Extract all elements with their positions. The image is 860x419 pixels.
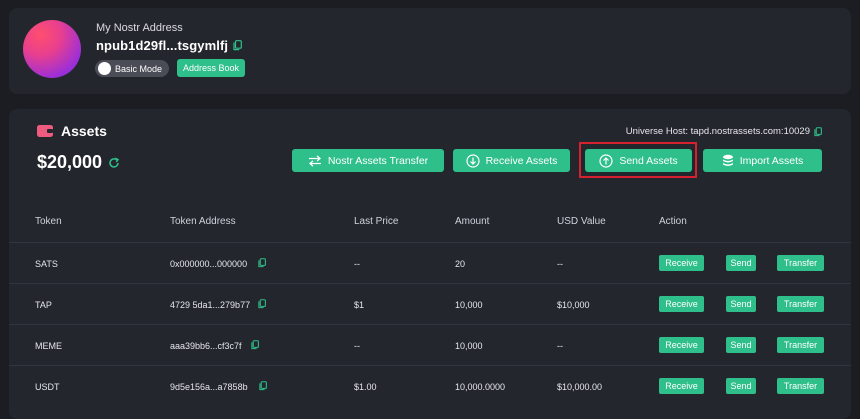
token-address-cell: 4729 5da1...279b77	[170, 300, 251, 310]
usd-value-cell: --	[557, 341, 563, 351]
col-token-address: Token Address	[170, 216, 236, 227]
table-row: TAP 4729 5da1...279b77 $1 10,000 $10,000 Rece…	[9, 283, 851, 325]
usd-value-cell: $10,000.00	[557, 382, 603, 392]
col-token: Token	[35, 216, 62, 227]
total-row: $20,000	[37, 152, 120, 173]
token-cell: TAP	[35, 300, 52, 310]
row-transfer-button[interactable]: Transfer	[777, 337, 824, 353]
amount-cell: 10,000	[455, 300, 483, 310]
toggle-knob	[98, 62, 111, 75]
last-price-cell: --	[354, 341, 360, 351]
universe-host: Universe Host: tapd.nostrassets.com:1002…	[626, 126, 822, 137]
row-send-button[interactable]: Send	[726, 255, 756, 271]
usd-value-cell: --	[557, 259, 563, 269]
col-amount: Amount	[455, 216, 490, 227]
token-cell: SATS	[35, 259, 58, 269]
wallet-icon	[37, 125, 53, 137]
profile-card: My Nostr Address npub1d29fl...tsgymlfj B…	[9, 8, 851, 94]
col-usd-value: USD Value	[557, 216, 606, 227]
table-row: USDT 9d5e156a...a7858b $1.00 10,000.0000 $10…	[9, 365, 851, 407]
copy-icon[interactable]	[251, 340, 259, 350]
universe-host-text: Universe Host: tapd.nostrassets.com:1002…	[625, 126, 810, 137]
avatar	[23, 20, 81, 78]
send-assets-highlight	[579, 142, 697, 178]
amount-cell: 10,000.0000	[455, 382, 506, 392]
last-price-cell: --	[354, 259, 360, 269]
import-label: Import Assets	[739, 154, 804, 167]
copy-icon[interactable]	[259, 381, 267, 391]
refresh-icon[interactable]	[108, 157, 120, 169]
copy-icon[interactable]	[258, 299, 266, 309]
download-arrow-icon	[465, 153, 480, 168]
nostr-address: npub1d29fl...tsgymlfj	[96, 38, 229, 53]
table-row: SATS 0x000000...000000 -- 20 -- Receive Send Tr…	[9, 242, 851, 284]
receive-label: Receive Assets	[485, 154, 558, 167]
receive-assets-button[interactable]: Receive Assets	[453, 149, 570, 172]
token-address-cell: aaa39bb6...cf3c7f	[170, 341, 242, 351]
table-row: MEME aaa39bb6...cf3c7f -- 10,000 -- Receive Se…	[9, 324, 851, 366]
row-receive-button[interactable]: Receive	[659, 255, 704, 271]
assets-heading: Assets	[37, 123, 107, 139]
total-value: $20,000	[37, 152, 103, 172]
token-cell: MEME	[35, 341, 62, 351]
assets-title: Assets	[61, 123, 107, 139]
row-receive-button[interactable]: Receive	[659, 296, 704, 312]
copy-icon[interactable]	[233, 40, 243, 51]
row-transfer-button[interactable]: Transfer	[777, 296, 824, 312]
last-price-cell: $1.00	[354, 382, 377, 392]
col-action: Action	[659, 216, 687, 227]
token-address-cell: 0x000000...000000	[170, 259, 248, 269]
row-receive-button[interactable]: Receive	[659, 337, 704, 353]
col-last-price: Last Price	[354, 216, 399, 227]
amount-cell: 10,000	[455, 341, 483, 351]
address-book-button[interactable]: Address Book	[177, 59, 246, 77]
swap-icon	[308, 154, 321, 167]
last-price-cell: $1	[354, 300, 365, 310]
basic-mode-toggle[interactable]: Basic Mode	[95, 60, 169, 77]
row-send-button[interactable]: Send	[726, 378, 756, 394]
row-transfer-button[interactable]: Transfer	[777, 378, 824, 394]
copy-icon[interactable]	[814, 126, 822, 137]
import-assets-button[interactable]: Import Assets	[703, 149, 822, 172]
token-address-cell: 9d5e156a...a7858b	[170, 382, 248, 392]
amount-cell: 20	[455, 259, 466, 269]
copy-icon[interactable]	[258, 258, 266, 268]
row-receive-button[interactable]: Receive	[659, 378, 704, 394]
token-cell: USDT	[35, 382, 60, 392]
usd-value-cell: $10,000	[557, 300, 590, 310]
row-send-button[interactable]: Send	[726, 296, 756, 312]
row-transfer-button[interactable]: Transfer	[777, 255, 824, 271]
mode-label: Basic Mode	[115, 63, 163, 74]
coins-stack-icon	[722, 154, 733, 166]
transfer-label: Nostr Assets Transfer	[327, 154, 429, 167]
row-send-button[interactable]: Send	[726, 337, 756, 353]
assets-card: Assets $20,000 Universe Host: tapd.nostr…	[9, 109, 851, 419]
nostr-assets-transfer-button[interactable]: Nostr Assets Transfer	[292, 149, 444, 172]
address-row: npub1d29fl...tsgymlfj	[96, 38, 243, 53]
address-title: My Nostr Address	[96, 22, 183, 34]
